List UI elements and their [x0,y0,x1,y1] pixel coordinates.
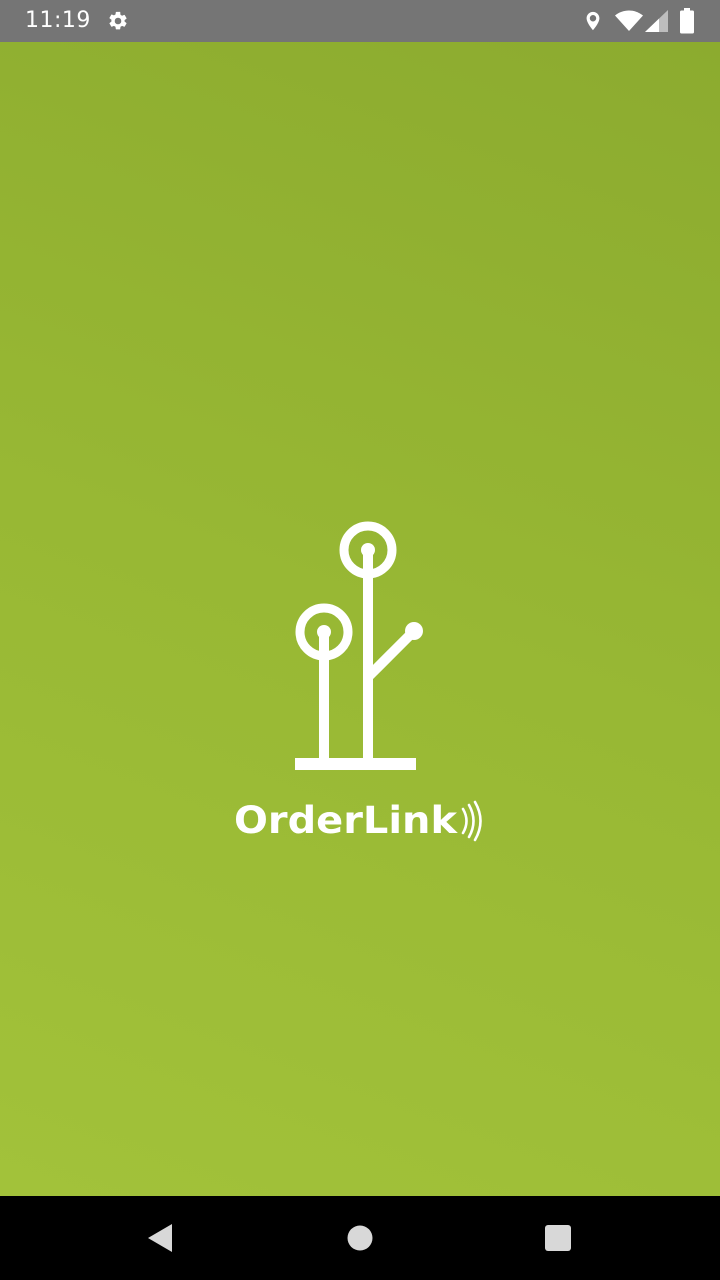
settings-gear-icon [109,11,127,30]
orderlink-logo-icon [295,521,423,770]
splash-screen: OrderLink [0,42,720,1196]
recents-icon[interactable] [544,1224,572,1252]
navigation-bar [0,1196,720,1280]
app-name: OrderLink [234,799,459,842]
back-icon[interactable] [144,1220,176,1256]
wifi-icon [615,10,643,31]
status-bar: 11:19 [0,0,720,42]
cellular-signal-icon [645,10,668,32]
signal-waves-icon [461,800,482,842]
home-icon[interactable] [346,1224,374,1252]
battery-icon [680,8,694,34]
location-pin-icon [586,11,600,31]
status-time: 11:19 [25,8,91,33]
orderlink-wordmark: OrderLink [234,799,482,842]
